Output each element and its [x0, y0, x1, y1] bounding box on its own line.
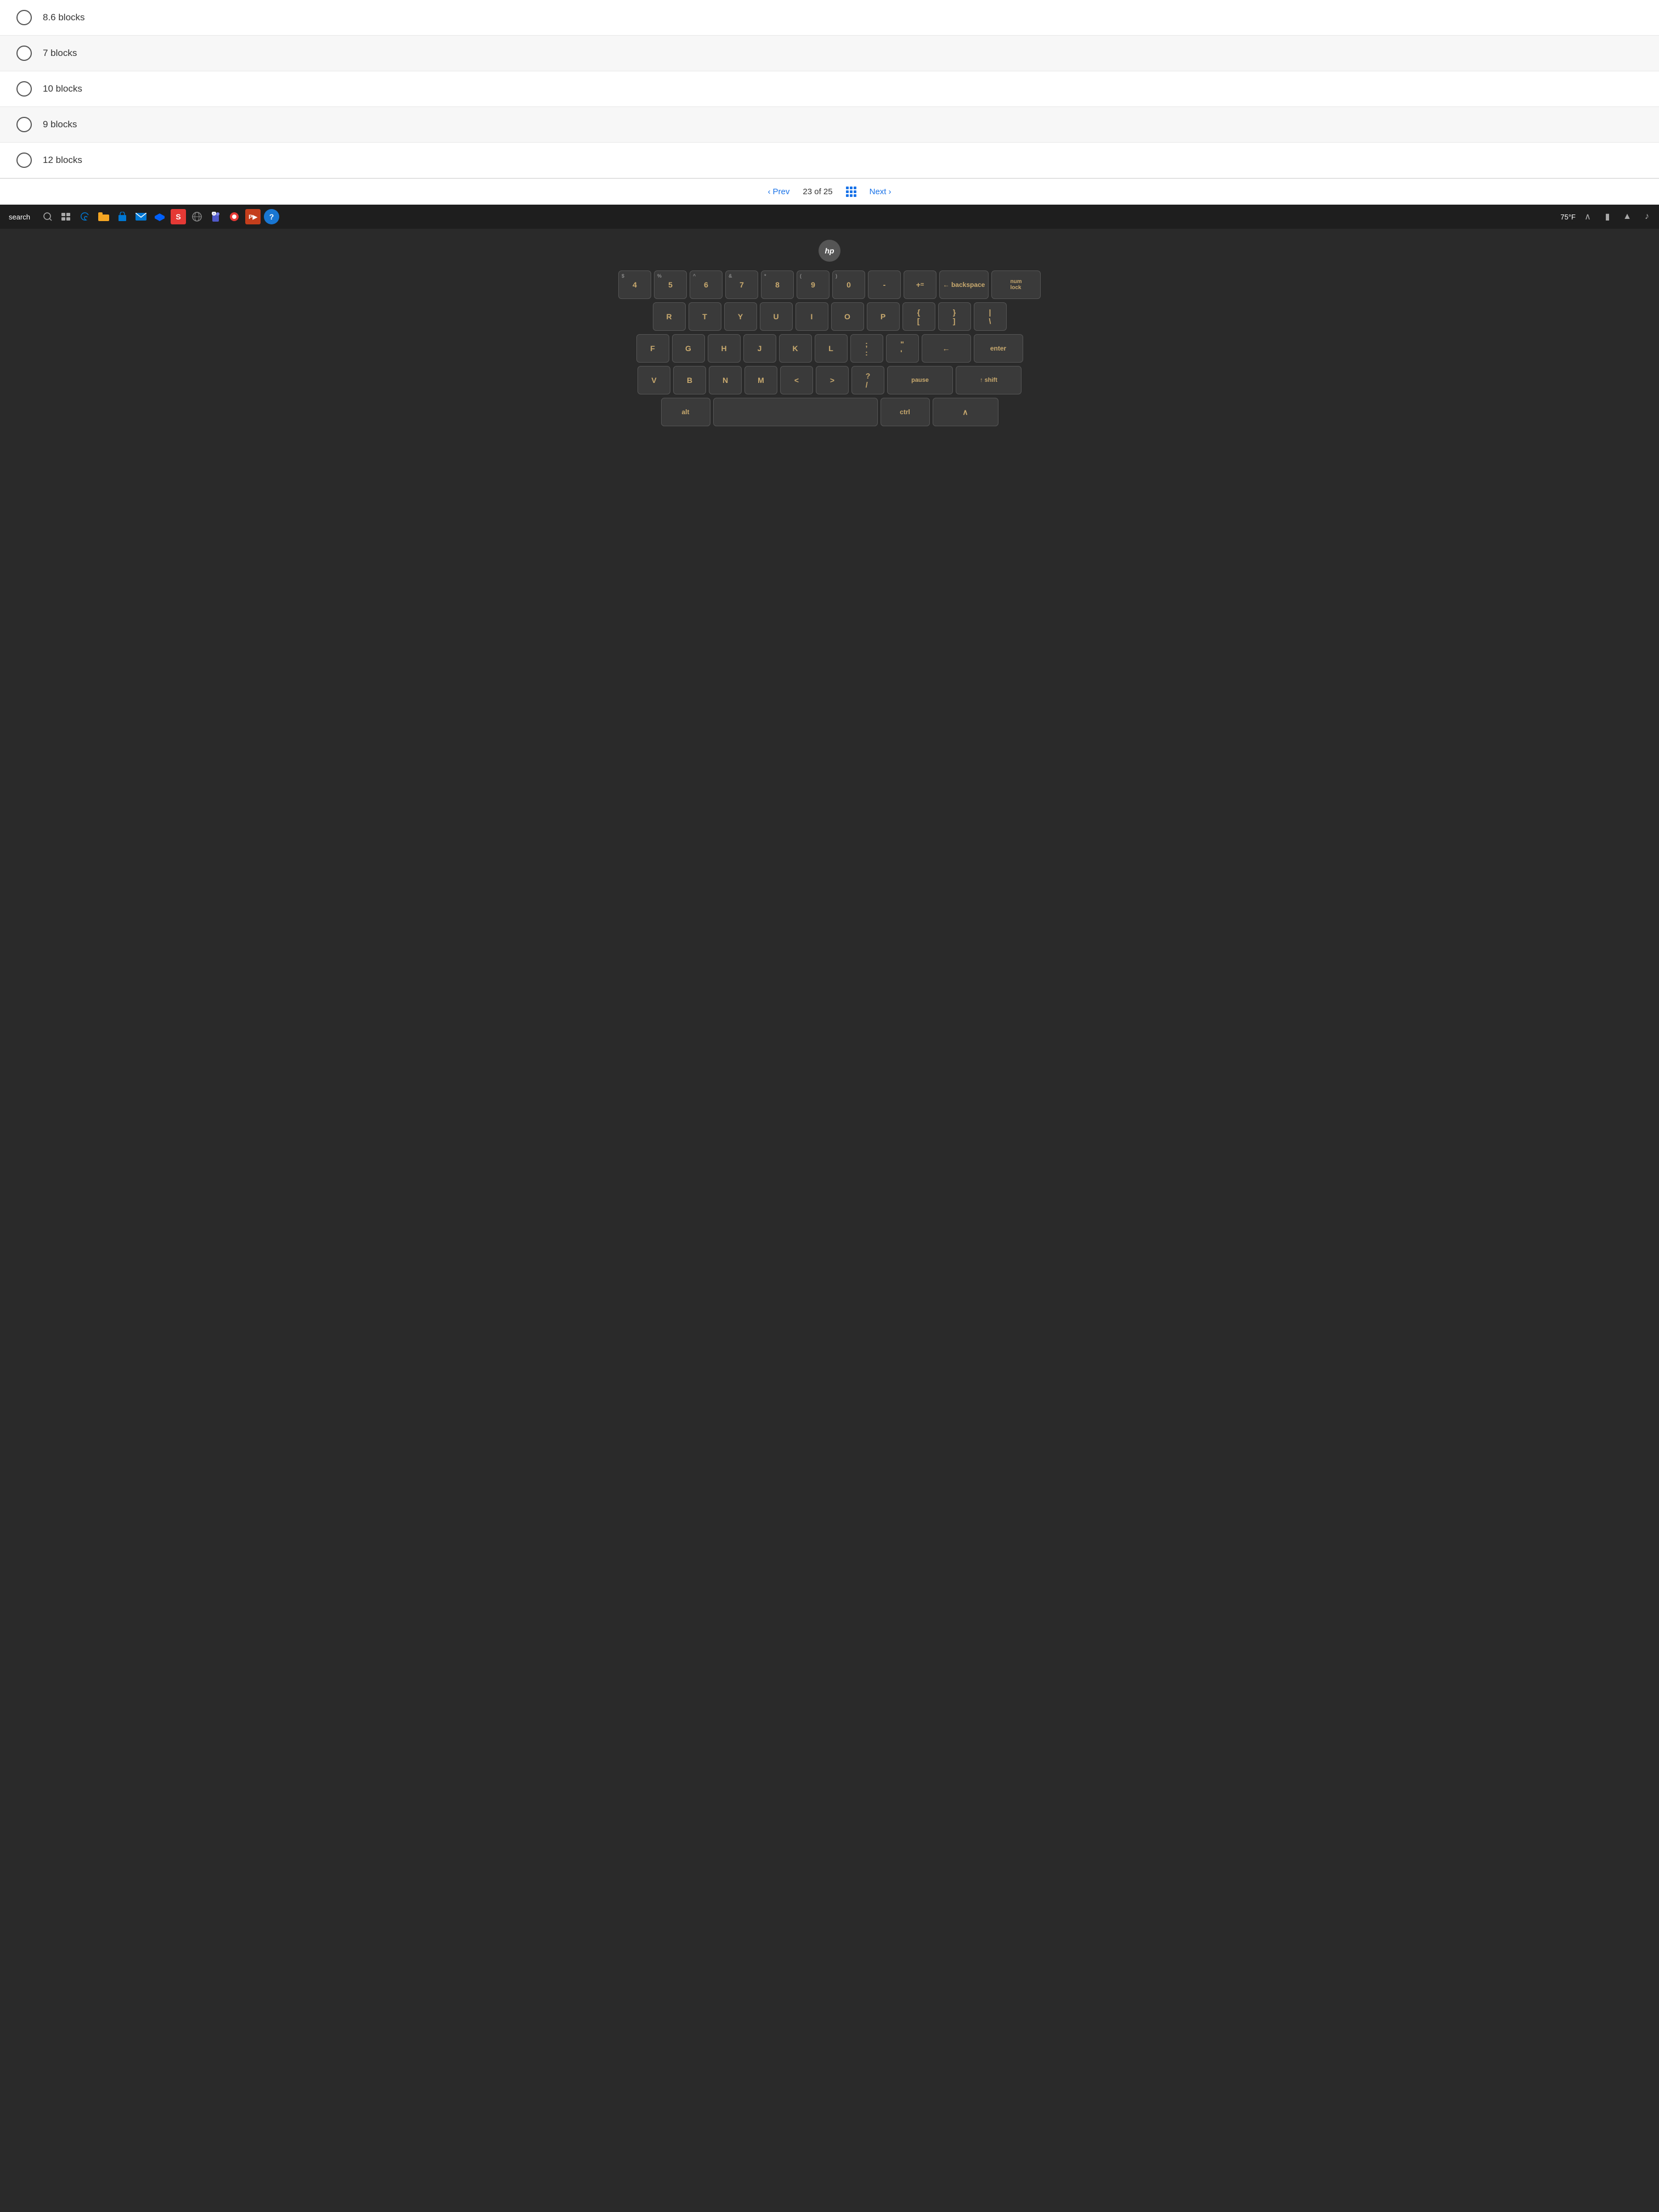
radio-button-1[interactable]: [16, 10, 32, 25]
key-n[interactable]: N: [709, 366, 742, 394]
key-h[interactable]: H: [708, 334, 741, 363]
answer-option-4[interactable]: 9 blocks: [0, 107, 1659, 143]
key-pause[interactable]: pause: [887, 366, 953, 394]
answer-option-3[interactable]: 10 blocks: [0, 71, 1659, 107]
key-enter[interactable]: enter: [974, 334, 1023, 363]
powerpoint-icon[interactable]: P▶: [245, 209, 261, 224]
keyboard-area: hp $4 %5 ^6 &7 *8 (9 )0 - += ← backspace…: [0, 229, 1659, 2212]
key-u[interactable]: U: [760, 302, 793, 331]
key-b[interactable]: B: [673, 366, 706, 394]
grid-view-icon[interactable]: [846, 187, 856, 197]
key-equals[interactable]: +=: [904, 270, 936, 299]
answer-text-1: 8.6 blocks: [43, 12, 85, 23]
dropbox-icon[interactable]: [152, 209, 167, 224]
key-k[interactable]: K: [779, 334, 812, 363]
file-explorer-icon[interactable]: [96, 209, 111, 224]
key-period[interactable]: >: [816, 366, 849, 394]
key-shift-right[interactable]: ↑ shift: [956, 366, 1022, 394]
next-button[interactable]: Next ›: [870, 187, 891, 196]
task-view-icon[interactable]: [59, 209, 74, 224]
key-space[interactable]: [713, 398, 878, 426]
help-icon[interactable]: ?: [264, 209, 279, 224]
photos-icon[interactable]: [227, 209, 242, 224]
key-i[interactable]: I: [795, 302, 828, 331]
key-g[interactable]: G: [672, 334, 705, 363]
key-6[interactable]: ^6: [690, 270, 723, 299]
s-app-icon[interactable]: S: [171, 209, 186, 224]
wifi-icon[interactable]: ▲: [1620, 209, 1635, 224]
key-0[interactable]: )0: [832, 270, 865, 299]
radio-button-4[interactable]: [16, 117, 32, 132]
chevron-up-icon[interactable]: ∧: [1580, 209, 1595, 224]
key-quote[interactable]: "': [886, 334, 919, 363]
key-m[interactable]: M: [744, 366, 777, 394]
key-up-arrow[interactable]: ∧: [933, 398, 998, 426]
key-left-arrow[interactable]: ←: [922, 334, 971, 363]
svg-text:T: T: [213, 213, 215, 216]
fghjkl-row: F G H J K L ;: "' ← enter: [583, 334, 1076, 363]
key-5[interactable]: %5: [654, 270, 687, 299]
key-backslash[interactable]: |\: [974, 302, 1007, 331]
taskbar: search: [0, 205, 1659, 229]
key-t[interactable]: T: [689, 302, 721, 331]
key-backspace[interactable]: ← backspace: [939, 270, 989, 299]
answer-text-2: 7 blocks: [43, 48, 77, 59]
key-slash[interactable]: ?/: [851, 366, 884, 394]
volume-icon[interactable]: ♪: [1639, 209, 1655, 224]
radio-button-3[interactable]: [16, 81, 32, 97]
key-o[interactable]: O: [831, 302, 864, 331]
key-rbracket[interactable]: }]: [938, 302, 971, 331]
key-comma[interactable]: <: [780, 366, 813, 394]
bottom-row: alt ctrl ∧: [583, 398, 1076, 426]
teams-icon[interactable]: T: [208, 209, 223, 224]
mail-icon[interactable]: [133, 209, 149, 224]
temperature-display: 75°F: [1560, 213, 1576, 221]
key-semicolon[interactable]: ;:: [850, 334, 883, 363]
key-l[interactable]: L: [815, 334, 848, 363]
hp-logo: hp: [819, 240, 840, 262]
answer-option-1[interactable]: 8.6 blocks: [0, 0, 1659, 36]
vbnm-row: V B N M < > ?/ pause ↑ shift: [583, 366, 1076, 394]
answer-text-4: 9 blocks: [43, 119, 77, 130]
edge-icon[interactable]: [77, 209, 93, 224]
key-alt[interactable]: alt: [661, 398, 710, 426]
number-row: $4 %5 ^6 &7 *8 (9 )0 - += ← backspace nu…: [583, 270, 1076, 299]
key-v[interactable]: V: [637, 366, 670, 394]
key-numlock[interactable]: numlock: [991, 270, 1041, 299]
keyboard: $4 %5 ^6 &7 *8 (9 )0 - += ← backspace nu…: [583, 270, 1076, 426]
taskbar-right: 75°F ∧ ▮ ▲ ♪: [1560, 209, 1655, 224]
key-8[interactable]: *8: [761, 270, 794, 299]
search-icon[interactable]: [40, 209, 55, 224]
key-4[interactable]: $4: [618, 270, 651, 299]
key-f[interactable]: F: [636, 334, 669, 363]
key-j[interactable]: J: [743, 334, 776, 363]
radio-button-5[interactable]: [16, 153, 32, 168]
quiz-content: 8.6 blocks 7 blocks 10 blocks 9 blocks 1…: [0, 0, 1659, 178]
key-ctrl-right[interactable]: ctrl: [881, 398, 930, 426]
key-9[interactable]: (9: [797, 270, 830, 299]
key-lbracket[interactable]: {[: [902, 302, 935, 331]
battery-icon: ▮: [1600, 209, 1615, 224]
answer-option-2[interactable]: 7 blocks: [0, 36, 1659, 71]
taskbar-search[interactable]: search: [4, 212, 35, 222]
radio-button-2[interactable]: [16, 46, 32, 61]
browser-icon[interactable]: [189, 209, 205, 224]
store-icon[interactable]: [115, 209, 130, 224]
prev-button[interactable]: ‹ Prev: [768, 187, 790, 196]
quiz-navigation: ‹ Prev 23 of 25 Next ›: [0, 178, 1659, 205]
answer-text-5: 12 blocks: [43, 155, 82, 166]
answer-text-3: 10 blocks: [43, 83, 82, 94]
rtyuiop-row: R T Y U I O P {[ }] |\: [583, 302, 1076, 331]
key-p[interactable]: P: [867, 302, 900, 331]
answer-option-5[interactable]: 12 blocks: [0, 143, 1659, 178]
key-7[interactable]: &7: [725, 270, 758, 299]
key-minus[interactable]: -: [868, 270, 901, 299]
key-r[interactable]: R: [653, 302, 686, 331]
key-y[interactable]: Y: [724, 302, 757, 331]
question-counter: 23 of 25: [803, 187, 832, 196]
